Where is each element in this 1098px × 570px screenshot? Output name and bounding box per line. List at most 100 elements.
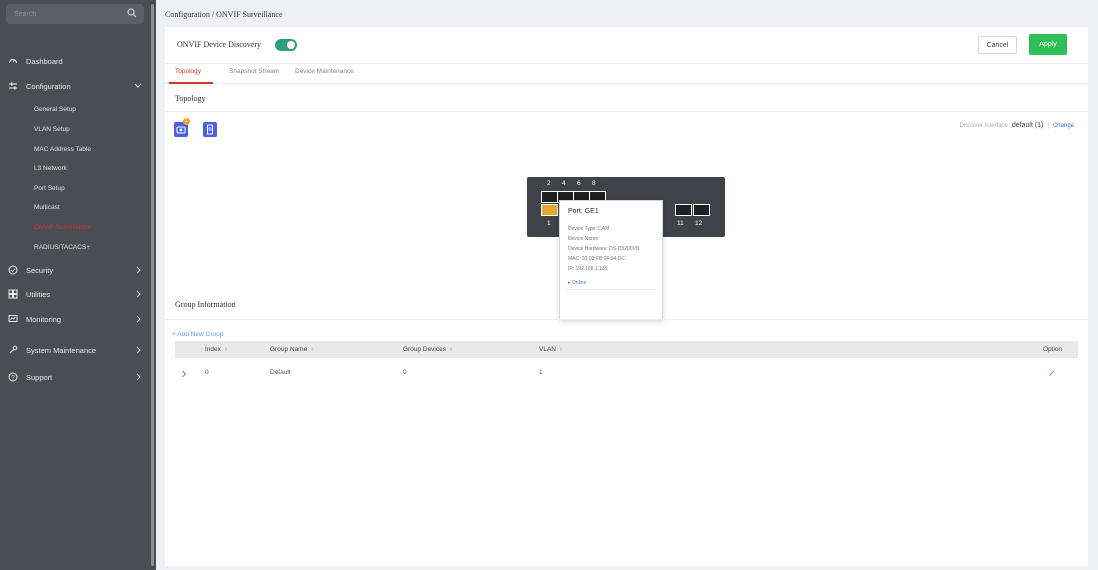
column-index[interactable]: Index ⇕	[205, 346, 228, 353]
sidebar-item-general-setup[interactable]: General Setup	[34, 102, 76, 116]
toggle-knob	[287, 41, 295, 49]
monitoring-icon	[8, 315, 18, 322]
cancel-button[interactable]: Cancel	[978, 36, 1017, 54]
nav-security-label: Security	[26, 265, 54, 275]
nav-monitoring[interactable]: Monitoring	[0, 310, 150, 328]
port-2[interactable]	[541, 191, 558, 203]
column-group-devices-label: Group Devices	[403, 346, 446, 353]
sort-icon: ⇕	[449, 347, 454, 353]
camera-count-badge: 1	[183, 118, 190, 125]
column-vlan[interactable]: VLAN ⇕	[539, 346, 563, 353]
tooltip-title: Port: GE1	[568, 208, 599, 215]
tooltip-device-hardware: Device Hardware: DS-D3200VN	[568, 246, 640, 252]
tooltip-divider	[566, 289, 656, 290]
column-index-label: Index	[205, 346, 221, 353]
nav-security[interactable]: Security	[0, 261, 150, 279]
port-tooltip: Port: GE1 Device Type: CAM Device Name: …	[559, 200, 663, 320]
switch-icon[interactable]	[203, 122, 217, 137]
discover-interface-label: Discover Interface	[959, 122, 1008, 129]
tooltip-device-type: Device Type: CAM	[568, 226, 610, 232]
utilities-icon	[8, 289, 18, 299]
sort-icon: ⇕	[558, 347, 564, 353]
search-box[interactable]	[6, 4, 144, 24]
cell-group-name: Default	[270, 369, 291, 376]
port-label: 2	[547, 180, 551, 187]
security-icon	[8, 265, 18, 275]
column-vlan-label: VLAN	[539, 346, 556, 353]
sidebar-scrollbar[interactable]	[151, 4, 154, 566]
tooltip-online-status: ▸ Online	[568, 280, 587, 286]
chevron-right-icon	[136, 266, 141, 274]
group-information-title: Group Information	[175, 300, 236, 309]
table-row[interactable]: 0 Default 0 1	[175, 366, 1078, 382]
divider	[165, 319, 1088, 320]
cell-vlan: 1	[539, 369, 543, 376]
onvif-discovery-toggle[interactable]	[275, 39, 297, 51]
chevron-down-icon	[134, 83, 142, 88]
port-label: 11	[677, 220, 684, 227]
column-group-name-label: Group Name	[270, 346, 308, 353]
port-label: 4	[562, 180, 566, 187]
support-icon: ?	[8, 372, 18, 382]
edit-icon[interactable]	[1048, 369, 1056, 377]
online-label: Online	[571, 280, 587, 286]
nav-configuration[interactable]: Configuration	[0, 77, 150, 95]
topology-title: Topology	[175, 94, 206, 103]
sidebar-item-port-setup[interactable]: Port Setup	[34, 181, 65, 195]
nav-utilities[interactable]: Utilities	[0, 285, 150, 303]
sidebar-item-mac-address-table[interactable]: MAC Address Table	[34, 142, 91, 156]
apply-button[interactable]: Apply	[1029, 34, 1067, 55]
change-link[interactable]: Change	[1053, 123, 1074, 129]
topology-panel: Topology 1 Discover Interface default (1…	[165, 84, 1088, 566]
sidebar-item-vlan-setup[interactable]: VLAN Setup	[34, 122, 70, 136]
sort-icon: ⇕	[223, 347, 229, 353]
column-option: Option	[1043, 346, 1063, 353]
nav-configuration-label: Configuration	[26, 81, 71, 91]
sidebar-item-onvif-surveillance[interactable]: ONVIF Surveillance	[34, 220, 91, 234]
column-group-name[interactable]: Group Name ⇕	[270, 346, 314, 353]
onvif-discovery-label: ONVIF Device Discovery	[177, 40, 261, 49]
configuration-icon	[9, 82, 17, 90]
add-new-group-link[interactable]: + Add New Group	[172, 331, 224, 338]
chevron-right-icon	[136, 373, 141, 381]
sidebar-item-radius-tacacs[interactable]: RADIUS/TACACS+	[34, 240, 90, 254]
port-label: 8	[592, 180, 596, 187]
nav-support[interactable]: ? Support	[0, 368, 150, 386]
port-label: 1	[547, 220, 551, 227]
port-11[interactable]	[675, 204, 692, 216]
tab-topology[interactable]: Topology	[175, 68, 201, 75]
chevron-right-icon	[136, 315, 141, 323]
nav-system-maintenance[interactable]: System Maintenance	[0, 341, 150, 359]
sort-icon: ⇕	[310, 347, 315, 353]
port-1-camera[interactable]	[541, 204, 558, 216]
column-group-devices[interactable]: Group Devices ⇕	[403, 346, 453, 353]
tooltip-ip: IP: 192.168.1.135	[568, 266, 608, 272]
top-bar: ONVIF Device Discovery Cancel Apply	[165, 27, 1088, 63]
tab-snapshot-stream[interactable]: Snapshot Stream	[229, 68, 279, 75]
wrench-icon	[9, 345, 18, 354]
chevron-right-icon	[136, 290, 141, 298]
tab-bar: Topology Snapshot Stream Device Maintena…	[165, 63, 1088, 84]
discover-interface: Discover Interface default (1) | Change	[960, 122, 1074, 129]
tab-device-maintenance[interactable]: Device Maintenance	[295, 68, 354, 75]
sidebar: Dashboard Configuration General Setup VL…	[0, 0, 156, 570]
divider	[165, 111, 1088, 112]
tooltip-mac: MAC: 55:03:FB:0F:94:DC	[568, 256, 625, 262]
cell-group-devices: 0	[403, 369, 407, 376]
port-label: 6	[577, 180, 581, 187]
sidebar-item-l3-network[interactable]: L3 Network	[34, 161, 67, 175]
nav-support-label: Support	[26, 372, 53, 382]
nav-dashboard[interactable]: Dashboard	[0, 52, 150, 70]
discover-interface-value: default (1)	[1011, 122, 1044, 129]
port-12[interactable]	[693, 204, 710, 216]
nav-monitoring-label: Monitoring	[26, 314, 62, 324]
search-input[interactable]	[14, 8, 114, 20]
chevron-right-icon	[136, 346, 141, 354]
group-table-header: Index ⇕ Group Name ⇕ Group Devices ⇕ VLAN ⇕ …	[175, 341, 1078, 358]
discover-separator: |	[1047, 122, 1049, 129]
tooltip-device-name: Device Name:	[568, 236, 600, 242]
search-icon[interactable]	[126, 7, 138, 19]
nav-utilities-label: Utilities	[26, 289, 51, 299]
chevron-right-icon[interactable]	[181, 370, 187, 378]
sidebar-item-multicast[interactable]: Multicast	[34, 200, 60, 214]
